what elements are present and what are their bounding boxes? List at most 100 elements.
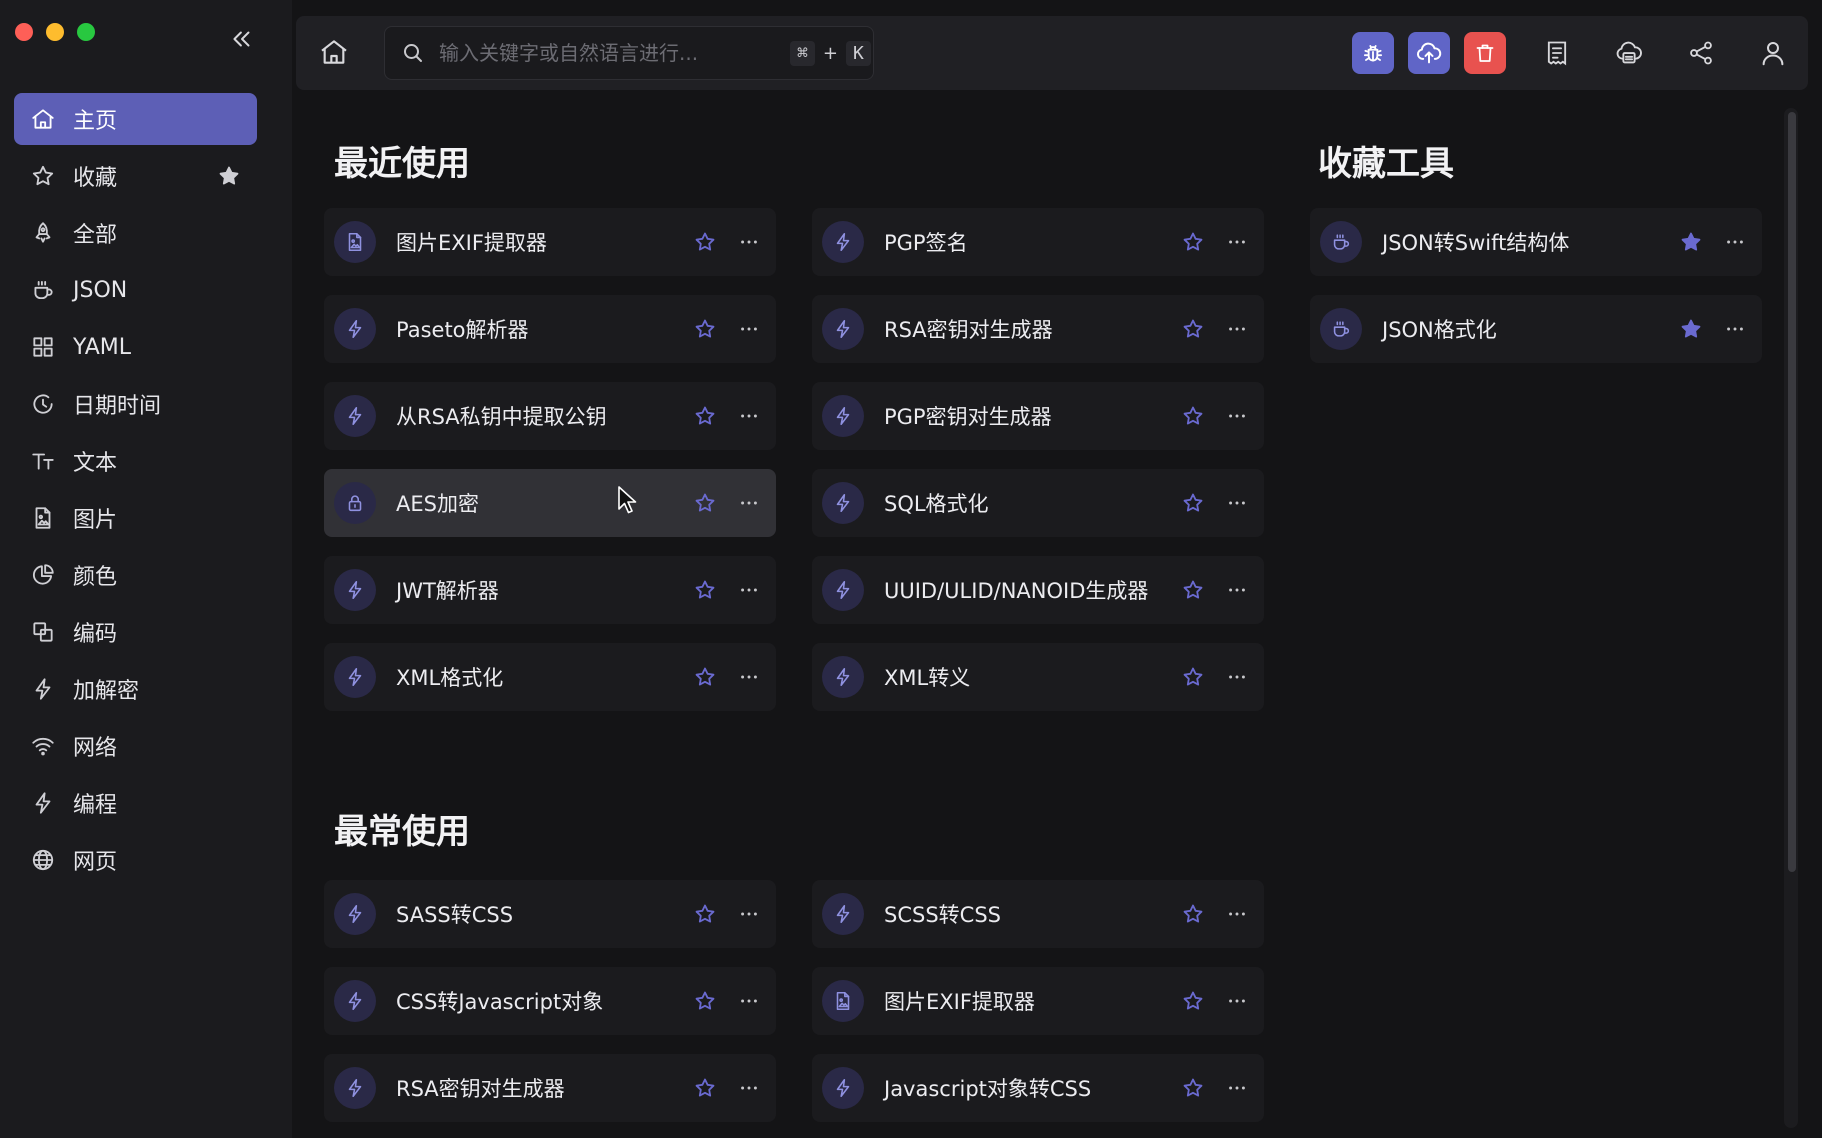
favorite-toggle-button[interactable] [690,986,720,1016]
sidebar-item[interactable]: 颜色 [14,549,257,601]
favorite-toggle-button[interactable] [690,401,720,431]
sidebar-item-label: 文本 [73,451,118,476]
tool-card[interactable]: 从RSA私钥中提取公钥 [324,382,776,450]
favorite-toggle-button[interactable] [1178,314,1208,344]
tool-card[interactable]: UUID/ULID/NANOID生成器 [812,556,1264,624]
sidebar-item[interactable]: 编码 [14,606,257,658]
sidebar-item[interactable]: 加解密 [14,663,257,715]
share-button[interactable] [1680,32,1722,74]
favorite-toggle-button[interactable] [690,575,720,605]
sidebar-item[interactable]: 网络 [14,720,257,772]
more-options-button[interactable] [1222,314,1252,344]
favorite-toggle-button[interactable] [690,488,720,518]
home-button[interactable] [318,36,350,68]
favorite-toggle-button[interactable] [1178,986,1208,1016]
more-options-button[interactable] [734,488,764,518]
favorite-toggle-button[interactable] [1178,1073,1208,1103]
more-options-button[interactable] [1222,986,1252,1016]
tool-card[interactable]: PGP密钥对生成器 [812,382,1264,450]
favorite-toggle-button[interactable] [1178,575,1208,605]
more-options-button[interactable] [1222,227,1252,257]
sidebar-item[interactable]: 收藏 [14,150,257,202]
favorite-toggle-button[interactable] [690,227,720,257]
more-options-button[interactable] [1222,488,1252,518]
more-options-button[interactable] [734,314,764,344]
more-horizontal-icon [1229,588,1245,592]
favorite-toggle-button[interactable] [690,314,720,344]
tool-card[interactable]: RSA密钥对生成器 [812,295,1264,363]
tool-card[interactable]: SCSS转CSS [812,880,1264,948]
sidebar-item-icon [30,790,56,816]
favorite-toggle-button[interactable] [690,662,720,692]
receipt-button[interactable] [1536,32,1578,74]
cloud-sync-button[interactable] [1608,32,1650,74]
favorite-toggle-button[interactable] [1178,662,1208,692]
favorite-toggle-button[interactable] [1676,314,1706,344]
more-options-button[interactable] [734,899,764,929]
more-horizontal-icon [1727,327,1743,331]
tool-card[interactable]: Paseto解析器 [324,295,776,363]
more-options-button[interactable] [734,1073,764,1103]
sidebar-item-label: 编程 [73,793,118,818]
favorite-toggle-button[interactable] [1676,227,1706,257]
favorite-toggle-button[interactable] [690,899,720,929]
more-options-button[interactable] [734,575,764,605]
account-button[interactable] [1752,32,1794,74]
favorite-toggle-button[interactable] [1178,899,1208,929]
sidebar-item[interactable]: YAML [14,321,257,373]
more-options-button[interactable] [1222,401,1252,431]
delete-button[interactable] [1464,32,1506,74]
tool-card[interactable]: SASS转CSS [324,880,776,948]
close-window-button[interactable] [15,23,33,41]
favorite-toggle-button[interactable] [690,1073,720,1103]
tool-card[interactable]: Javascript对象转CSS [812,1054,1264,1122]
cloud-upload-button[interactable] [1408,32,1450,74]
sidebar-item-icon [30,448,56,474]
scrollbar-thumb[interactable] [1788,112,1796,872]
favorite-toggle-button[interactable] [1178,401,1208,431]
minimize-window-button[interactable] [46,23,64,41]
sidebar-item[interactable]: JSON [14,264,257,316]
star-filled-icon [219,166,239,185]
favorite-toggle-button[interactable] [1178,227,1208,257]
tool-card[interactable]: CSS转Javascript对象 [324,967,776,1035]
tool-card[interactable]: RSA密钥对生成器 [324,1054,776,1122]
more-options-button[interactable] [1222,575,1252,605]
more-options-button[interactable] [734,401,764,431]
tool-card[interactable]: PGP签名 [812,208,1264,276]
tool-card[interactable]: 图片EXIF提取器 [812,967,1264,1035]
sidebar-item[interactable]: 日期时间 [14,378,257,430]
rocket-icon [35,222,51,243]
more-options-button[interactable] [734,662,764,692]
maximize-window-button[interactable] [77,23,95,41]
tool-card[interactable]: XML转义 [812,643,1264,711]
sidebar-item[interactable]: 图片 [14,492,257,544]
debug-button[interactable] [1352,32,1394,74]
sidebar-item[interactable]: 全部 [14,207,257,259]
more-options-button[interactable] [1720,314,1750,344]
sidebar-item[interactable]: 文本 [14,435,257,487]
tool-card[interactable]: AES加密 [324,469,776,537]
tool-card[interactable]: XML格式化 [324,643,776,711]
tool-card-label: AES加密 [396,492,479,516]
more-options-button[interactable] [734,227,764,257]
tool-card[interactable]: SQL格式化 [812,469,1264,537]
tool-card[interactable]: JSON转Swift结构体 [1310,208,1762,276]
more-options-button[interactable] [734,986,764,1016]
favorite-toggle-button[interactable] [1178,488,1208,518]
sidebar-item[interactable]: 主页 [14,93,257,145]
collapse-sidebar-button[interactable] [225,22,259,56]
more-options-button[interactable] [1720,227,1750,257]
tool-card[interactable]: 图片EXIF提取器 [324,208,776,276]
search-input[interactable] [437,40,776,66]
shortcut-plus: + [822,42,838,64]
tool-card[interactable]: JWT解析器 [324,556,776,624]
sidebar-item-icon [30,847,56,873]
more-options-button[interactable] [1222,662,1252,692]
sidebar-item[interactable]: 网页 [14,834,257,886]
tool-card[interactable]: JSON格式化 [1310,295,1762,363]
more-options-button[interactable] [1222,1073,1252,1103]
more-options-button[interactable] [1222,899,1252,929]
sidebar-item[interactable]: 编程 [14,777,257,829]
more-horizontal-icon [1229,501,1245,505]
